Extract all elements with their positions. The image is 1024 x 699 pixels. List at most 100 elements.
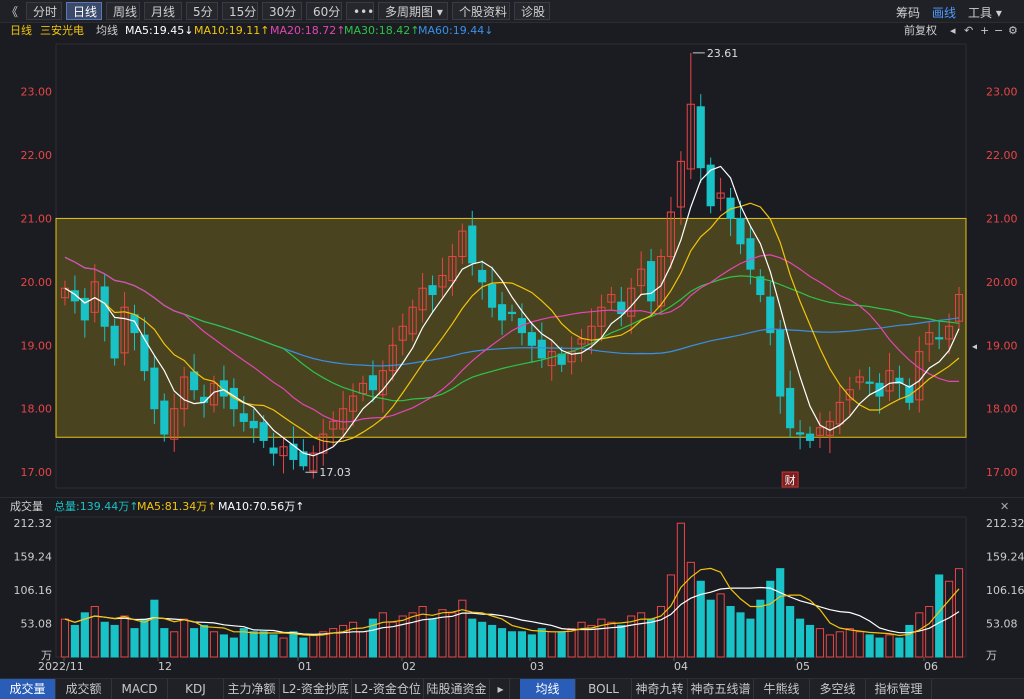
volume-bar xyxy=(229,637,238,658)
volume-bar xyxy=(190,628,199,658)
volume-bar xyxy=(865,634,874,658)
indicator-tab-6[interactable]: L2-资金仓位 xyxy=(352,679,424,699)
indicator-tab-0[interactable]: 成交量 xyxy=(0,679,56,699)
candle-body xyxy=(150,367,159,410)
candle-body xyxy=(706,164,715,207)
price-axis-left-label: 20.00 xyxy=(21,276,53,289)
volume-ma10-line xyxy=(64,586,960,635)
volume-bar xyxy=(567,628,576,658)
volume-bar xyxy=(825,634,834,658)
candle-body xyxy=(865,381,874,384)
volume-bar xyxy=(239,628,248,658)
volume-bar xyxy=(547,631,556,658)
volume-total: 总量:139.44万↑ xyxy=(54,500,139,513)
volume-bar xyxy=(309,634,318,658)
overlay-tab-4[interactable]: 牛熊线 xyxy=(754,679,810,699)
overlay-tab-6[interactable]: 指标管理 xyxy=(866,679,932,699)
candle-body xyxy=(507,311,517,315)
price-axis-left-label: 23.00 xyxy=(21,86,53,99)
overlay-tab-1[interactable]: BOLL xyxy=(576,679,632,699)
date-label: 04 xyxy=(674,660,688,673)
cai-label: 财 xyxy=(785,473,796,487)
volume-bar xyxy=(915,612,924,658)
volume-bar xyxy=(170,631,179,658)
volume-bar xyxy=(935,574,944,658)
volume-bar xyxy=(716,593,725,658)
price-axis-left-label: 21.00 xyxy=(21,212,53,225)
volume-bar xyxy=(279,637,288,658)
volume-bar xyxy=(180,618,189,658)
date-label: 01 xyxy=(298,660,312,673)
volume-axis-left-label: 212.32 xyxy=(14,517,53,530)
volume-bar xyxy=(726,606,735,658)
price-axis-right-label: 21.00 xyxy=(986,212,1018,225)
volume-axis-right-label: 万 xyxy=(986,649,997,662)
candle-body xyxy=(160,400,169,435)
kline-chart[interactable]: 23.00 23.00 22.00 22.00 21.00 21.00 20.00 20.00… xyxy=(0,0,1024,698)
volume-bar xyxy=(587,624,596,658)
volume-bar xyxy=(458,599,467,658)
candle-body xyxy=(259,422,268,441)
close-volume-icon[interactable]: ✕ xyxy=(1000,498,1009,516)
volume-ma5: MA5:81.34万↑ xyxy=(137,500,217,513)
date-label: 03 xyxy=(530,660,544,673)
volume-bar xyxy=(478,621,487,658)
candle-body xyxy=(488,283,497,308)
volume-bar xyxy=(150,599,159,658)
volume-axis-right-label: 106.16 xyxy=(986,584,1024,597)
volume-bar xyxy=(527,634,536,658)
price-axis-left-label: 18.00 xyxy=(21,403,53,416)
candle-body xyxy=(537,339,546,359)
low-label: 17.03 xyxy=(319,466,351,479)
candle-body xyxy=(140,334,149,372)
price-axis-right-label: 22.00 xyxy=(986,149,1018,162)
candle-body xyxy=(766,296,775,334)
candle-body xyxy=(786,387,795,429)
candle-body xyxy=(269,447,278,454)
volume-bar xyxy=(617,624,626,658)
overlay-tab-5[interactable]: 多空线 xyxy=(810,679,866,699)
volume-bar xyxy=(408,612,417,658)
overlay-tab-3[interactable]: 神奇五线谱 xyxy=(688,679,754,699)
indicator-tab-3[interactable]: KDJ xyxy=(168,679,224,699)
volume-bar xyxy=(577,621,586,658)
volume-bar xyxy=(875,637,884,658)
volume-bar xyxy=(199,624,209,658)
indicator-tab-2[interactable]: MACD xyxy=(112,679,168,699)
volume-bar xyxy=(895,637,904,658)
volume-bar xyxy=(835,631,844,658)
volume-bar xyxy=(428,618,437,658)
volume-axis-left-label: 159.24 xyxy=(14,551,53,564)
date-label: 05 xyxy=(796,660,810,673)
volume-bar xyxy=(706,599,715,658)
tabs-scroll-icon[interactable]: ▸ xyxy=(492,679,510,699)
candle-body xyxy=(497,304,507,321)
volume-bar xyxy=(855,631,864,658)
volume-axis-left-label: 106.16 xyxy=(14,584,53,597)
overlay-tab-0[interactable]: 均线 xyxy=(520,679,576,699)
volume-bar xyxy=(339,624,348,658)
indicator-tab-4[interactable]: 主力净额 xyxy=(224,679,280,699)
indicator-tab-7[interactable]: 陆股通资金 xyxy=(424,679,490,699)
candle-body xyxy=(130,314,139,334)
volume-bar xyxy=(925,606,934,658)
indicator-tab-1[interactable]: 成交额 xyxy=(56,679,112,699)
candle-body xyxy=(110,325,119,359)
volume-bar xyxy=(766,580,775,658)
overlay-tab-2[interactable]: 神奇九转 xyxy=(632,679,688,699)
price-axis-right-label: 23.00 xyxy=(986,86,1018,99)
volume-bar xyxy=(647,618,656,658)
volume-bar xyxy=(348,621,358,658)
date-label: 06 xyxy=(924,660,938,673)
volume-bar xyxy=(90,606,99,658)
volume-bar xyxy=(219,634,228,658)
date-label: 02 xyxy=(402,660,416,673)
volume-ma5-line xyxy=(64,567,960,637)
price-axis-left-label: 19.00 xyxy=(21,339,53,352)
price-axis-right-label: 17.00 xyxy=(986,466,1018,479)
price-axis-right-label: 19.00 xyxy=(986,339,1018,352)
volume-bar xyxy=(885,634,894,658)
volume-bar xyxy=(289,631,298,658)
candle-body xyxy=(239,413,248,422)
indicator-tab-5[interactable]: L2-资金抄底 xyxy=(280,679,352,699)
